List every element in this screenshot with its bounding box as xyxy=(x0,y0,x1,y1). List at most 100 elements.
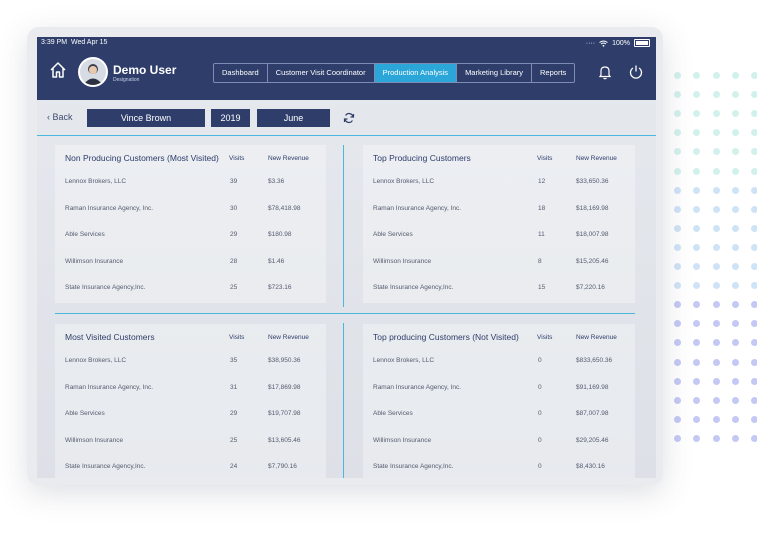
decorative-dot xyxy=(751,148,757,156)
agent-selector[interactable]: Vince Brown xyxy=(87,109,205,127)
home-icon[interactable] xyxy=(49,61,67,79)
customer-name: Raman Insurance Agency, Inc. xyxy=(373,204,462,212)
customer-name: Able Services xyxy=(373,231,413,238)
new-revenue: $78,418.98 xyxy=(268,204,301,212)
table-row[interactable]: Lennox Brokers, LLC 0 $833,650.36 xyxy=(363,357,635,383)
decorative-dot xyxy=(693,129,700,137)
decorative-dot xyxy=(713,415,720,423)
user-avatar-icon xyxy=(83,64,103,85)
user-designation: Designation xyxy=(113,77,140,83)
table-row[interactable]: State Insurance Agency,Inc. 24 $7,790.16 xyxy=(55,463,326,478)
tab-marketing-library[interactable]: Marketing Library xyxy=(457,64,533,82)
decorative-dot xyxy=(732,358,739,366)
new-revenue: $180.98 xyxy=(268,231,292,238)
tab-production-analysis[interactable]: Production Analysis xyxy=(374,64,458,82)
card-top-producing-not-visited: Top producing Customers (Not Visited) Vis… xyxy=(363,324,635,478)
decorative-dot xyxy=(713,396,720,404)
table-row[interactable]: Raman Insurance Agency, Inc. 30 $78,418.98 xyxy=(55,205,326,231)
decorative-dot xyxy=(732,263,739,270)
decorative-dot xyxy=(751,186,757,194)
decorative-dot xyxy=(713,243,720,251)
decorative-dot xyxy=(751,282,757,290)
decorative-dot xyxy=(693,282,700,290)
table-row[interactable]: State Insurance Agency,Inc. 15 $7,220.16 xyxy=(363,284,635,310)
avatar[interactable] xyxy=(78,57,108,87)
decorative-dot xyxy=(732,205,739,213)
table-row[interactable]: State Insurance Agency,Inc. 25 $723.16 xyxy=(55,284,326,310)
visit-count: 39 xyxy=(230,178,238,185)
table-row[interactable]: Lennox Brokers, LLC 39 $3.36 xyxy=(55,178,326,204)
column-header-new-revenue: New Revenue xyxy=(268,334,309,341)
table-row[interactable]: Able Services 11 $18,007.98 xyxy=(363,231,635,257)
table-row[interactable]: Raman Insurance Agency, Inc. 18 $18,169.98 xyxy=(363,205,635,231)
divider-vertical-top xyxy=(343,145,344,307)
back-button[interactable]: ‹ Back xyxy=(47,112,73,122)
table-row[interactable]: Able Services 0 $87,007.98 xyxy=(363,410,635,436)
visit-count: 29 xyxy=(230,410,238,417)
table-row[interactable]: Able Services 29 $19,707.98 xyxy=(55,410,326,436)
customer-name: Lennox Brokers, LLC xyxy=(65,357,127,364)
decorative-dot xyxy=(693,91,700,99)
decorative-dot xyxy=(732,186,739,194)
table-row[interactable]: Willimson Insurance 0 $29,205.46 xyxy=(363,437,635,463)
decorative-dot xyxy=(674,282,681,290)
decorative-dot xyxy=(713,72,720,79)
power-icon[interactable] xyxy=(628,64,644,80)
app-screen: 3:39 PM Wed Apr 15 ···· 100% Demo User D… xyxy=(37,37,656,478)
tab-customer-visit-coordinator[interactable]: Customer Visit Coordinator xyxy=(268,64,375,82)
visit-count: 11 xyxy=(538,231,545,238)
decorative-dot xyxy=(732,91,739,99)
column-header-new-revenue: New Revenue xyxy=(576,334,617,341)
table-row[interactable]: Willimson Insurance 8 $15,205.46 xyxy=(363,258,635,284)
table-row[interactable]: Raman Insurance Agency, Inc. 0 $91,169.98 xyxy=(363,384,635,410)
card-most-visited: Most Visited Customers Visits New Revenue L… xyxy=(55,324,326,478)
decorative-dot xyxy=(732,396,739,404)
decorative-dot xyxy=(693,339,700,347)
decorative-dot xyxy=(693,320,700,328)
decorative-dot xyxy=(713,358,720,366)
decorative-dot xyxy=(674,186,681,194)
card-title: Top producing Customers (Not Visited) xyxy=(373,332,519,342)
decorative-dot xyxy=(693,396,700,404)
table-row[interactable]: State Insurance Agency,Inc. 0 $8,430.16 xyxy=(363,463,635,478)
visit-count: 35 xyxy=(230,357,238,364)
table-row[interactable]: Raman Insurance Agency, Inc. 31 $17,869.98 xyxy=(55,384,326,410)
customer-name: State Insurance Agency,Inc. xyxy=(373,284,454,291)
bell-icon[interactable] xyxy=(597,64,613,80)
battery-icon xyxy=(634,39,650,47)
decorative-dot xyxy=(674,205,681,213)
new-revenue: $15,205.46 xyxy=(576,257,609,265)
decorative-dot xyxy=(732,129,739,137)
decorative-dot xyxy=(732,148,739,156)
decorative-dot xyxy=(751,224,757,232)
column-header-new-revenue: New Revenue xyxy=(576,155,617,162)
tab-dashboard[interactable]: Dashboard xyxy=(214,64,268,82)
table-row[interactable]: Willimson Insurance 25 $13,605.46 xyxy=(55,437,326,463)
customer-name: Raman Insurance Agency, Inc. xyxy=(373,383,462,391)
decorative-dot xyxy=(713,339,720,347)
visit-count: 15 xyxy=(538,284,546,291)
table-row[interactable]: Willimson Insurance 28 $1.46 xyxy=(55,258,326,284)
visit-count: 25 xyxy=(230,436,238,444)
tab-reports[interactable]: Reports xyxy=(532,64,574,82)
card-non-producing-most-visited: Non Producing Customers (Most Visited) Vi… xyxy=(55,145,326,303)
battery-percent: 100% xyxy=(612,39,630,47)
visit-count: 30 xyxy=(230,204,238,212)
month-selector[interactable]: June xyxy=(257,109,330,127)
year-selector[interactable]: 2019 xyxy=(211,109,250,127)
new-revenue: $38,950.36 xyxy=(268,357,301,364)
decorative-dot xyxy=(693,243,700,251)
table-row[interactable]: Lennox Brokers, LLC 35 $38,950.36 xyxy=(55,357,326,383)
column-header-visits: Visits xyxy=(537,334,553,341)
customer-name: Willimson Insurance xyxy=(65,436,124,444)
refresh-icon[interactable] xyxy=(343,112,355,124)
new-revenue: $7,790.16 xyxy=(268,463,297,470)
table-row[interactable]: Able Services 29 $180.98 xyxy=(55,231,326,257)
decorative-dot xyxy=(693,434,700,442)
visit-count: 31 xyxy=(230,383,238,391)
customer-name: Lennox Brokers, LLC xyxy=(373,178,435,185)
decorative-dot xyxy=(751,339,757,347)
back-label: Back xyxy=(52,112,73,122)
decorative-dot xyxy=(713,320,720,328)
table-row[interactable]: Lennox Brokers, LLC 12 $33,650.36 xyxy=(363,178,635,204)
